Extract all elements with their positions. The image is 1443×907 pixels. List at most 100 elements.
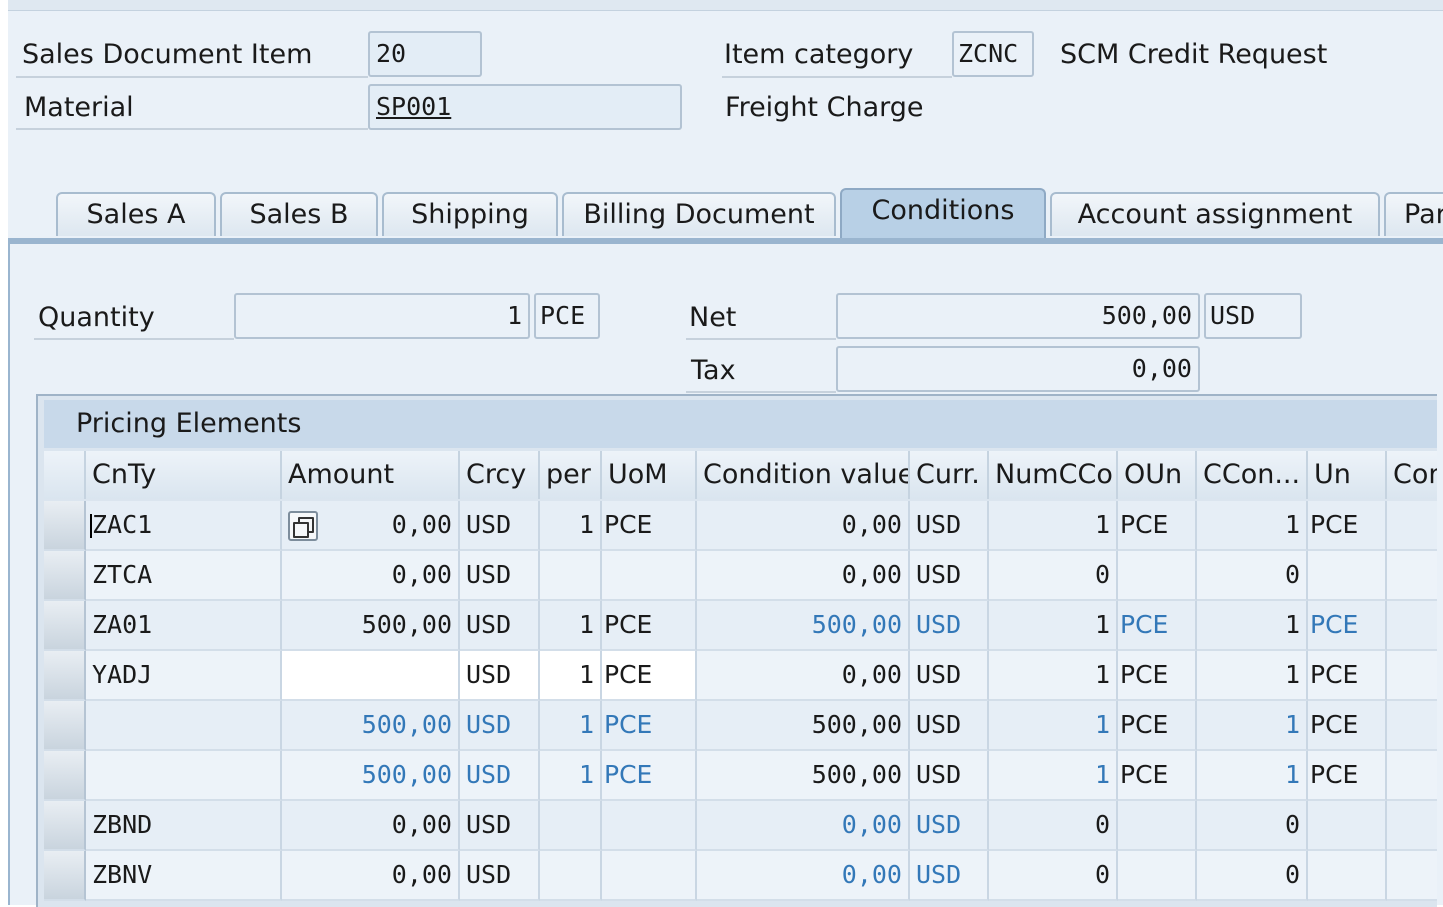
cell-per[interactable]: 1 xyxy=(540,751,602,801)
cell-crcy[interactable]: USD xyxy=(460,851,540,901)
col-header-cnty[interactable]: CnTy xyxy=(86,451,282,499)
cell-uom[interactable] xyxy=(602,851,697,901)
material-field[interactable]: SP001 xyxy=(368,84,682,130)
tax-value-field: 0,00 xyxy=(836,346,1200,392)
col-header-per[interactable]: per xyxy=(540,451,602,499)
item-category-field[interactable]: ZCNC xyxy=(952,31,1034,77)
row-selector[interactable] xyxy=(44,601,86,651)
cell-per-input[interactable]: 1 xyxy=(540,651,602,701)
cell-uom[interactable]: PCE xyxy=(602,601,697,651)
col-header-condition-value[interactable]: Condition value xyxy=(697,451,910,499)
value-help-icon[interactable] xyxy=(288,511,318,541)
cell-amount[interactable]: 0,00 xyxy=(282,551,460,601)
tab-conditions[interactable]: Conditions xyxy=(840,188,1046,240)
cell-per[interactable] xyxy=(540,551,602,601)
cell-con xyxy=(1387,601,1437,651)
pricing-elements-title: Pricing Elements xyxy=(44,400,1437,448)
cell-cnty[interactable] xyxy=(86,701,282,751)
net-label: Net xyxy=(689,302,737,333)
item-category-label: Item category xyxy=(724,39,914,70)
row-selector[interactable] xyxy=(44,501,86,551)
cell-un: PCE xyxy=(1308,751,1387,801)
select-all-header[interactable] xyxy=(44,451,86,499)
tab-partner[interactable]: Par xyxy=(1384,192,1443,236)
cell-condition-value: 0,00 xyxy=(697,651,910,701)
cell-numcco: 1 xyxy=(989,651,1118,701)
material-label: Material xyxy=(24,92,134,123)
cell-per[interactable]: 1 xyxy=(540,701,602,751)
cell-cnty[interactable]: ZA01 xyxy=(86,601,282,651)
cell-condition-value: 0,00 xyxy=(697,501,910,551)
cell-un: PCE xyxy=(1308,601,1387,651)
cell-con xyxy=(1387,801,1437,851)
row-selector[interactable] xyxy=(44,651,86,701)
cell-per[interactable]: 1 xyxy=(540,501,602,551)
col-header-oun[interactable]: OUn xyxy=(1118,451,1197,499)
sales-doc-item-field[interactable]: 20 xyxy=(368,31,482,77)
cell-amount[interactable]: 0,00 xyxy=(282,501,460,551)
cell-amount[interactable]: 0,00 xyxy=(282,801,460,851)
quantity-label: Quantity xyxy=(38,302,155,333)
cell-amount[interactable]: 0,00 xyxy=(282,851,460,901)
cell-crcy[interactable]: USD xyxy=(460,551,540,601)
cell-con xyxy=(1387,751,1437,801)
row-selector[interactable] xyxy=(44,701,86,751)
cell-condition-value: 500,00 xyxy=(697,751,910,801)
col-header-numcco[interactable]: NumCCo xyxy=(989,451,1118,499)
cell-oun: PCE xyxy=(1118,601,1197,651)
cell-amount[interactable]: 500,00 xyxy=(282,701,460,751)
cell-numcco: 0 xyxy=(989,851,1118,901)
cell-uom[interactable]: PCE xyxy=(602,701,697,751)
col-header-ccon[interactable]: CCon... xyxy=(1197,451,1308,499)
cell-uom-input[interactable]: PCE xyxy=(602,651,697,701)
cell-un: PCE xyxy=(1308,501,1387,551)
cell-uom[interactable] xyxy=(602,551,697,601)
tab-billing-document[interactable]: Billing Document xyxy=(562,192,836,236)
cell-crcy[interactable]: USD xyxy=(460,501,540,551)
cell-per[interactable]: 1 xyxy=(540,601,602,651)
cell-cnty[interactable]: ZBND xyxy=(86,801,282,851)
tab-shipping[interactable]: Shipping xyxy=(382,192,558,236)
col-header-crcy[interactable]: Crcy xyxy=(460,451,540,499)
cell-uom[interactable]: PCE xyxy=(602,501,697,551)
col-header-un[interactable]: Un xyxy=(1308,451,1387,499)
row-selector[interactable] xyxy=(44,551,86,601)
cell-con xyxy=(1387,851,1437,901)
top-border xyxy=(8,0,1443,11)
cell-crcy[interactable]: USD xyxy=(460,801,540,851)
row-selector[interactable] xyxy=(44,751,86,801)
cell-uom[interactable] xyxy=(602,801,697,851)
cell-amount[interactable]: 500,00 xyxy=(282,601,460,651)
cell-amount-input[interactable] xyxy=(282,651,460,701)
cell-oun xyxy=(1118,551,1197,601)
cell-crcy[interactable]: USD xyxy=(460,701,540,751)
cell-ccon: 1 xyxy=(1197,601,1308,651)
cell-cnty[interactable]: ZAC1 xyxy=(86,501,282,551)
cell-cnty[interactable]: ZBNV xyxy=(86,851,282,901)
cell-ccon: 1 xyxy=(1197,501,1308,551)
cell-cnty[interactable] xyxy=(86,751,282,801)
tab-sales-a[interactable]: Sales A xyxy=(56,192,216,236)
cell-per[interactable] xyxy=(540,801,602,851)
cell-amount[interactable]: 500,00 xyxy=(282,751,460,801)
cell-ccon: 1 xyxy=(1197,651,1308,701)
cell-crcy-input[interactable]: USD xyxy=(460,651,540,701)
row-selector[interactable] xyxy=(44,851,86,901)
col-header-uom[interactable]: UoM xyxy=(602,451,697,499)
tab-sales-b[interactable]: Sales B xyxy=(220,192,378,236)
col-header-curr[interactable]: Curr. xyxy=(910,451,989,499)
col-header-amount[interactable]: Amount xyxy=(282,451,460,499)
cell-cnty[interactable]: YADJ xyxy=(86,651,282,701)
cell-crcy[interactable]: USD xyxy=(460,751,540,801)
cell-curr: USD xyxy=(910,801,989,851)
tab-account-assignment[interactable]: Account assignment xyxy=(1050,192,1380,236)
item-category-description: SCM Credit Request xyxy=(1060,39,1328,70)
cell-uom[interactable]: PCE xyxy=(602,751,697,801)
cell-cnty[interactable]: ZTCA xyxy=(86,551,282,601)
cell-crcy[interactable]: USD xyxy=(460,601,540,651)
cell-ccon: 1 xyxy=(1197,701,1308,751)
row-selector[interactable] xyxy=(44,801,86,851)
col-header-con[interactable]: Con xyxy=(1387,451,1437,499)
cell-per[interactable] xyxy=(540,851,602,901)
pricing-elements-grid: Pricing Elements CnTy Amount Crcy per Uo… xyxy=(36,394,1437,907)
